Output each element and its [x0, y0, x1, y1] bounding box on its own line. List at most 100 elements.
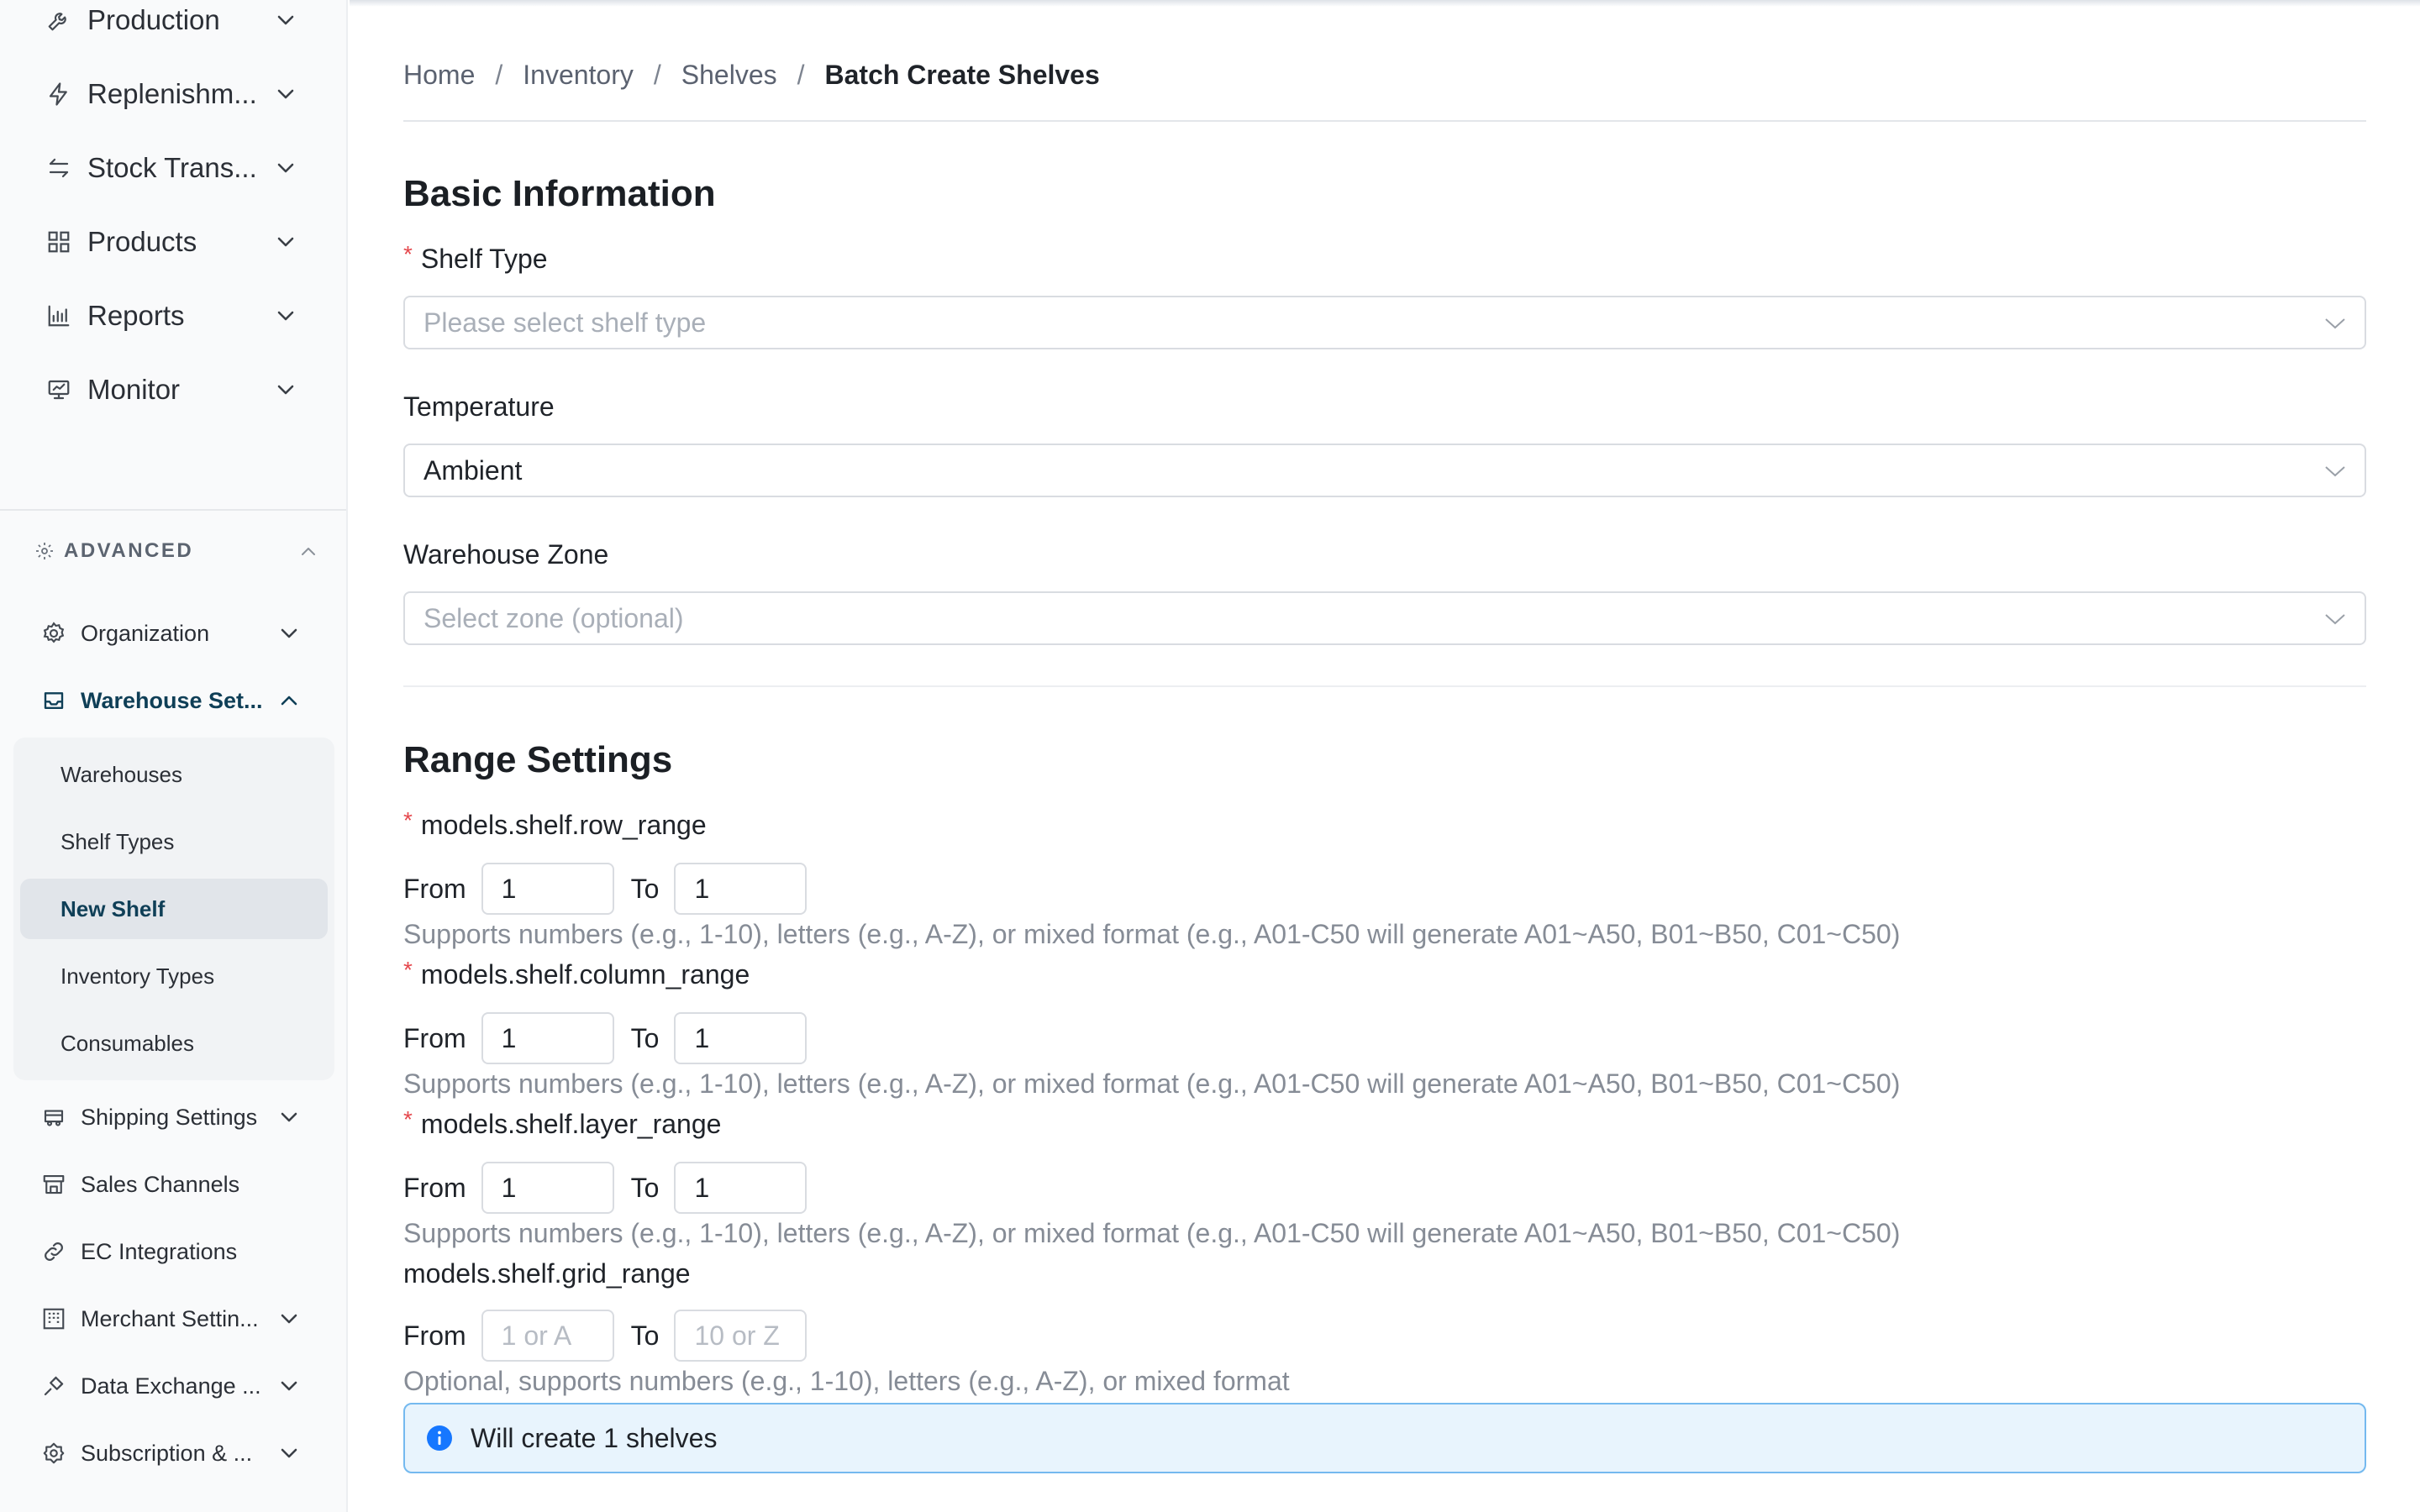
bolt-icon: [45, 81, 72, 108]
shelf-count-text: Will create 1 shelves: [471, 1422, 718, 1453]
chevron-down-icon: [274, 378, 297, 402]
layer-from-value: 1: [501, 1172, 517, 1203]
submenu-item-shelf-types[interactable]: Shelf Types: [20, 811, 328, 872]
shelf-count-alert: Will create 1 shelves: [403, 1403, 2366, 1473]
grid-from-input[interactable]: 1 or A: [481, 1310, 614, 1362]
sidebar-item-stock-transfer[interactable]: Stock Trans...: [45, 143, 297, 193]
from-label: From: [403, 1022, 466, 1053]
layer-from-input[interactable]: 1: [481, 1162, 614, 1214]
sidebar-item-label: Sales Channels: [81, 1171, 240, 1197]
warehouse-zone-select[interactable]: Select zone (optional): [403, 591, 2366, 645]
sidebar-item-merchant-settings[interactable]: Merchant Settin...: [40, 1295, 301, 1342]
grid-range-inputs: From 1 or A To 10 or Z: [403, 1310, 808, 1362]
from-label: From: [403, 1320, 466, 1351]
submenu-item-new-shelf[interactable]: New Shelf: [20, 879, 328, 939]
column-range-label-text: models.shelf.column_range: [420, 959, 750, 990]
chevron-down-icon: [2323, 311, 2348, 336]
wrench-icon: [45, 7, 72, 34]
inbox-icon: [40, 687, 67, 714]
info-icon: [425, 1424, 454, 1452]
row-range-hint: Supports numbers (e.g., 1-10), letters (…: [403, 919, 1901, 949]
sidebar-item-label: Replenishm...: [87, 78, 257, 109]
breadcrumb-separator: /: [797, 59, 805, 90]
required-mark: *: [403, 240, 413, 267]
chevron-down-icon: [277, 622, 301, 645]
breadcrumb-separator: /: [653, 59, 661, 90]
grid-to-input[interactable]: 10 or Z: [674, 1310, 808, 1362]
sidebar-item-production[interactable]: Production: [45, 0, 297, 45]
layer-range-label: * models.shelf.layer_range: [403, 1105, 721, 1140]
shelf-type-select[interactable]: Please select shelf type: [403, 296, 2366, 349]
chevron-down-icon: [274, 304, 297, 328]
gear-icon: [40, 620, 67, 647]
sidebar-item-organization[interactable]: Organization: [40, 610, 301, 657]
required-mark: *: [403, 1105, 413, 1132]
to-label: To: [630, 1172, 660, 1203]
breadcrumb-shelves[interactable]: Shelves: [681, 60, 777, 91]
truck-icon: [40, 1104, 67, 1131]
sidebar-item-subscription[interactable]: Subscription & ...: [40, 1430, 301, 1477]
column-from-value: 1: [501, 1022, 517, 1053]
row-from-input[interactable]: 1: [481, 863, 614, 915]
transfer-icon: [45, 155, 72, 181]
advanced-section-title: ADVANCED: [64, 539, 194, 562]
sidebar-item-replenishment[interactable]: Replenishm...: [45, 69, 297, 119]
submenu-item-consumables[interactable]: Consumables: [20, 1013, 328, 1074]
bar-chart-icon: [45, 302, 72, 329]
sidebar-item-label: Subscription & ...: [81, 1440, 253, 1466]
sidebar-item-sales-channels[interactable]: Sales Channels: [40, 1161, 301, 1208]
breadcrumb: Home / Inventory / Shelves / Batch Creat…: [403, 54, 1100, 96]
sidebar-item-ec-integrations[interactable]: EC Integrations: [40, 1228, 301, 1275]
temperature-label: Temperature: [403, 391, 555, 422]
chevron-down-icon: [277, 1307, 301, 1331]
sidebar-item-warehouse-settings[interactable]: Warehouse Set...: [40, 677, 301, 724]
sidebar-item-label: Products: [87, 226, 197, 257]
row-from-value: 1: [501, 873, 517, 904]
shelf-type-label: * Shelf Type: [403, 240, 548, 275]
breadcrumb-current: Batch Create Shelves: [824, 59, 1100, 90]
header-shadow: [350, 0, 2420, 7]
sidebar-item-shipping-settings[interactable]: Shipping Settings: [40, 1094, 301, 1141]
chevron-down-icon: [277, 1441, 301, 1465]
grid-range-hint: Optional, supports numbers (e.g., 1-10),…: [403, 1366, 1290, 1396]
grid-to-placeholder: 10 or Z: [694, 1320, 780, 1351]
column-range-label: * models.shelf.column_range: [403, 956, 750, 990]
sidebar-item-monitor[interactable]: Monitor: [45, 365, 297, 415]
required-mark: *: [403, 956, 413, 983]
basic-info-title: Basic Information: [403, 173, 716, 214]
breadcrumb-separator: /: [495, 59, 503, 90]
sidebar-item-label: Monitor: [87, 374, 181, 405]
chevron-down-icon: [274, 156, 297, 180]
breadcrumb-inventory[interactable]: Inventory: [523, 60, 634, 91]
grid-from-placeholder: 1 or A: [501, 1320, 572, 1351]
chevron-up-icon: [297, 540, 319, 562]
grid-icon: [45, 228, 72, 255]
column-range-hint: Supports numbers (e.g., 1-10), letters (…: [403, 1068, 1901, 1099]
row-range-label-text: models.shelf.row_range: [420, 810, 707, 840]
breadcrumb-home[interactable]: Home: [403, 60, 475, 91]
from-label: From: [403, 1172, 466, 1203]
sidebar-item-products[interactable]: Products: [45, 217, 297, 267]
temperature-select[interactable]: Ambient: [403, 444, 2366, 497]
range-settings-title: Range Settings: [403, 739, 673, 780]
from-label: From: [403, 873, 466, 904]
chevron-down-icon: [277, 1374, 301, 1398]
sidebar: Production Replenishm... Stock Trans... …: [0, 0, 348, 1512]
section-divider: [403, 685, 2366, 687]
sidebar-item-label: EC Integrations: [81, 1238, 238, 1264]
sidebar-item-reports[interactable]: Reports: [45, 291, 297, 341]
to-label: To: [630, 873, 660, 904]
layer-to-input[interactable]: 1: [674, 1162, 808, 1214]
submenu-item-warehouses[interactable]: Warehouses: [20, 744, 328, 805]
sidebar-item-data-exchange[interactable]: Data Exchange ...: [40, 1362, 301, 1410]
chevron-down-icon: [274, 82, 297, 106]
layer-range-inputs: From 1 To 1: [403, 1162, 808, 1214]
temperature-value: Ambient: [424, 454, 523, 486]
column-from-input[interactable]: 1: [481, 1012, 614, 1064]
column-to-input[interactable]: 1: [674, 1012, 808, 1064]
advanced-section-header[interactable]: ADVANCED: [34, 534, 319, 568]
submenu-item-inventory-types[interactable]: Inventory Types: [20, 946, 328, 1006]
row-to-input[interactable]: 1: [674, 863, 808, 915]
shelf-type-placeholder: Please select shelf type: [424, 307, 707, 338]
grid-range-label: models.shelf.grid_range: [403, 1258, 691, 1289]
